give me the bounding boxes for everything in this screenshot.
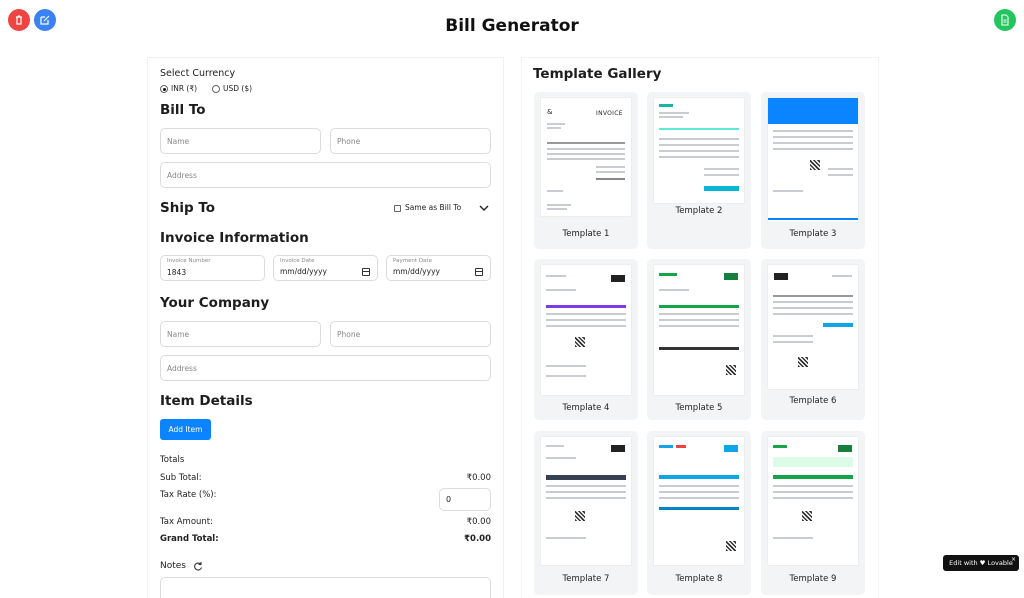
currency-inr-label: INR (₹) [171,84,198,93]
tax-amount-label: Tax Amount: [160,517,213,527]
radio-usd[interactable] [212,85,220,93]
payment-date-field[interactable]: Payment Date mm/dd/yyyy [386,255,491,281]
template-label: Template 9 [789,574,837,584]
add-item-button[interactable]: Add Item [160,419,211,440]
template-label: Template 4 [562,403,610,413]
gallery-title: Template Gallery [533,66,662,82]
currency-usd-option[interactable]: USD ($) [212,84,252,93]
same-as-bill-to-checkbox[interactable] [394,204,401,212]
tax-amount-value: ₹0.00 [466,517,491,527]
template-card-1[interactable]: & INVOICE Template 1 [534,92,638,249]
template-preview [541,265,631,395]
notes-label: Notes [160,561,186,571]
template-card-5[interactable]: Template 5 [647,259,751,420]
template-logo-icon: & [547,108,553,116]
template-preview [654,265,744,395]
tax-rate-input[interactable]: 0 [439,488,491,511]
lovable-badge[interactable]: Edit with ♥ Lovable × [943,555,1019,571]
invoice-number-value: 1843 [167,268,187,277]
grand-total-label: Grand Total: [160,534,219,544]
template-label: Template 7 [562,574,610,584]
template-heading: INVOICE [596,110,623,117]
template-preview [768,265,858,389]
currency-inr-option[interactable]: INR (₹) [160,84,197,93]
radio-inr[interactable] [160,85,168,93]
bill-to-phone-input[interactable]: Phone [330,128,491,154]
template-card-3[interactable]: Template 3 [761,92,865,249]
company-phone-input[interactable]: Phone [330,321,491,347]
invoice-date-label: Invoice Date [280,258,315,264]
currency-label: Select Currency [160,68,236,79]
company-address-input[interactable]: Address [160,355,491,381]
template-card-9[interactable]: Template 9 [761,431,865,595]
notes-textarea[interactable] [160,577,491,598]
ship-to-heading: Ship To [160,200,216,216]
grand-total-value: ₹0.00 [464,534,491,544]
company-heading: Your Company [160,295,270,311]
template-card-4[interactable]: Template 4 [534,259,638,420]
template-preview [654,98,744,203]
template-card-6[interactable]: Template 6 [761,259,865,420]
currency-usd-label: USD ($) [223,84,253,93]
bill-to-name-input[interactable]: Name [160,128,321,154]
same-as-bill-to-toggle[interactable]: Same as Bill To [394,203,461,212]
template-label: Template 1 [562,229,610,239]
tax-rate-label: Tax Rate (%): [160,490,217,500]
template-label: Template 5 [675,403,723,413]
template-preview [654,437,744,565]
template-preview [768,437,858,565]
template-card-8[interactable]: Template 8 [647,431,751,595]
company-name-input[interactable]: Name [160,321,321,347]
totals-heading: Totals [160,455,185,465]
invoice-number-field[interactable]: Invoice Number 1843 [160,255,265,281]
sub-total-label: Sub Total: [160,473,202,483]
template-label: Template 2 [675,206,723,216]
calendar-icon[interactable] [475,267,483,276]
bill-to-heading: Bill To [160,102,206,118]
same-as-bill-to-label: Same as Bill To [405,203,462,212]
template-label: Template 3 [789,229,837,239]
sub-total-value: ₹0.00 [466,473,491,483]
template-preview [768,98,858,222]
item-details-heading: Item Details [160,393,253,409]
template-label: Template 8 [675,574,723,584]
template-preview [541,437,631,565]
payment-date-value: mm/dd/yyyy [393,267,440,276]
refresh-icon[interactable] [193,561,203,571]
bill-to-address-input[interactable]: Address [160,162,491,188]
template-card-7[interactable]: Template 7 [534,431,638,595]
template-preview: & INVOICE [541,98,631,216]
lovable-badge-text: Edit with ♥ Lovable [949,559,1013,567]
template-card-2[interactable]: Template 2 [647,92,751,249]
invoice-number-label: Invoice Number [167,258,211,264]
invoice-date-field[interactable]: Invoice Date mm/dd/yyyy [273,255,378,281]
calendar-icon[interactable] [362,267,370,276]
close-icon[interactable]: × [1011,556,1016,563]
invoice-info-heading: Invoice Information [160,230,309,246]
page-title: Bill Generator [445,16,579,36]
invoice-date-value: mm/dd/yyyy [280,267,327,276]
template-label: Template 6 [789,396,837,406]
chevron-down-icon[interactable] [479,204,489,212]
payment-date-label: Payment Date [393,258,432,264]
